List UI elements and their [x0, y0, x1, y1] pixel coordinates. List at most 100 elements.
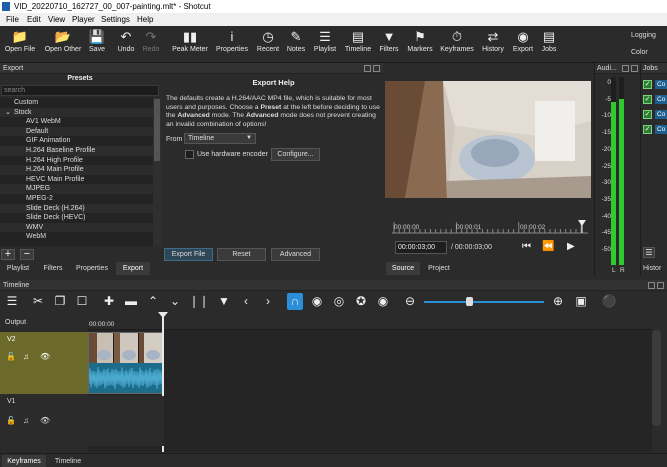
- preset-item[interactable]: H.264 High Profile: [0, 156, 155, 166]
- tab-properties[interactable]: Properties: [72, 262, 112, 275]
- copy-icon[interactable]: ❐: [52, 293, 68, 310]
- undo-button[interactable]: ↶ Undo: [114, 29, 138, 61]
- logging-layout-button[interactable]: Logging: [631, 32, 656, 39]
- tab-playlist[interactable]: Playlist: [2, 262, 34, 275]
- chevron-down-icon[interactable]: ⌄: [5, 108, 11, 118]
- hardware-encoder-checkbox[interactable]: [185, 150, 194, 159]
- eye-icon[interactable]: 👁: [40, 352, 50, 361]
- marker-add-icon[interactable]: ▼: [216, 293, 232, 310]
- history-button[interactable]: ⇄ History: [479, 29, 507, 61]
- close-panel-icon[interactable]: [373, 65, 380, 72]
- prev-marker-icon[interactable]: ‹: [238, 293, 254, 310]
- ripple-icon[interactable]: ◎: [331, 293, 347, 310]
- tab-history[interactable]: Histor: [643, 262, 667, 275]
- preset-item[interactable]: ⌄ Stock: [0, 107, 155, 118]
- close-panel-icon[interactable]: [657, 282, 664, 289]
- play-icon[interactable]: ▶: [567, 241, 575, 252]
- preset-item[interactable]: Slide Deck (HEVC): [0, 213, 155, 223]
- color-layout-button[interactable]: Color: [631, 49, 648, 56]
- timeline-vertical-scrollbar[interactable]: [652, 330, 661, 426]
- configure-button[interactable]: Configure...: [271, 148, 320, 161]
- open-file-button[interactable]: 📁 Open File: [3, 29, 37, 61]
- preset-item[interactable]: WebM: [0, 232, 155, 242]
- menu-player[interactable]: Player: [72, 13, 95, 26]
- ripple-all-icon[interactable]: ✪: [353, 293, 369, 310]
- save-button[interactable]: 💾 Save: [86, 29, 108, 61]
- preset-item[interactable]: GIF Animation: [0, 136, 155, 146]
- properties-button[interactable]: i Properties: [214, 29, 250, 61]
- player-scrub-ruler[interactable]: 00:00:00 00:00:01 00:00:02: [392, 218, 588, 234]
- tab-source[interactable]: Source: [386, 262, 420, 275]
- zoom-slider-handle[interactable]: [466, 297, 473, 306]
- skip-to-start-icon[interactable]: ⏮: [522, 241, 531, 252]
- menu-edit[interactable]: Edit: [27, 13, 41, 26]
- track-header-v2[interactable]: V2 🔓 ♫ 👁: [0, 332, 88, 394]
- preset-item[interactable]: Custom: [0, 98, 155, 108]
- add-preset-button[interactable]: +: [1, 249, 15, 260]
- jobs-button[interactable]: ▤ Jobs: [539, 29, 559, 61]
- keyframes-button[interactable]: ⏱ Keyframes: [439, 29, 475, 61]
- tab-keyframes[interactable]: Keyframes: [2, 455, 46, 467]
- preset-item[interactable]: H.264 Main Profile: [0, 165, 155, 175]
- cut-icon[interactable]: ✂: [30, 293, 46, 310]
- snap-magnet-icon[interactable]: ∩: [287, 293, 303, 310]
- preset-item[interactable]: WMV: [0, 222, 155, 233]
- preset-item[interactable]: Default: [0, 126, 155, 137]
- tab-timeline[interactable]: Timeline: [50, 455, 86, 467]
- preset-item[interactable]: Slide Deck (H.264): [0, 203, 155, 214]
- job-row[interactable]: ✓ Co: [643, 79, 667, 91]
- float-panel-icon[interactable]: [622, 65, 629, 72]
- scrub-icon[interactable]: ◉: [309, 293, 325, 310]
- mute-icon[interactable]: ♫: [23, 416, 29, 425]
- preset-item[interactable]: H.264 Baseline Profile: [0, 145, 155, 156]
- preset-scroll-thumb[interactable]: [154, 99, 160, 161]
- track-header-v1[interactable]: V1 🔓 ♫ 👁: [0, 394, 88, 446]
- preset-item[interactable]: HEVC Main Profile: [0, 175, 155, 185]
- remove-preset-button[interactable]: −: [20, 249, 34, 260]
- playhead-marker[interactable]: [158, 312, 168, 318]
- markers-button[interactable]: ⚑ Markers: [405, 29, 435, 61]
- append-icon[interactable]: ✚: [101, 293, 117, 310]
- menu-file[interactable]: File: [6, 13, 19, 26]
- reset-button[interactable]: Reset: [217, 248, 266, 261]
- lock-icon[interactable]: 🔓: [6, 416, 16, 425]
- float-panel-icon[interactable]: [364, 65, 371, 72]
- preset-item[interactable]: MJPEG: [0, 184, 155, 194]
- timeline-menu-icon[interactable]: ☰: [4, 293, 20, 310]
- tab-export[interactable]: Export: [116, 262, 150, 275]
- advanced-button[interactable]: Advanced: [271, 248, 320, 261]
- tab-project[interactable]: Project: [422, 262, 456, 275]
- recent-button[interactable]: ◷ Recent: [254, 29, 282, 61]
- rewind-icon[interactable]: ⏪: [542, 241, 554, 252]
- remove-icon[interactable]: ▬: [123, 293, 139, 310]
- redo-button[interactable]: ↷ Redo: [140, 29, 162, 61]
- job-row[interactable]: ✓ Co: [643, 94, 667, 106]
- record-audio-icon[interactable]: ⚫: [601, 293, 617, 310]
- menu-settings[interactable]: Settings: [101, 13, 130, 26]
- job-row[interactable]: ✓ Co: [643, 109, 667, 121]
- preset-item[interactable]: AV1 WebM: [0, 117, 155, 127]
- timeline-button[interactable]: ▤ Timeline: [343, 29, 373, 61]
- preset-search-input[interactable]: search: [1, 85, 159, 96]
- mute-icon[interactable]: ♫: [23, 352, 29, 361]
- preset-item[interactable]: MPEG-2: [0, 194, 155, 204]
- from-select[interactable]: Timeline ▼: [184, 133, 256, 144]
- split-icon[interactable]: ❘❘: [189, 293, 209, 310]
- video-preview[interactable]: [385, 81, 591, 198]
- track-lane-v1[interactable]: [88, 396, 164, 446]
- preset-tree[interactable]: Custom ⌄ Stock AV1 WebM Default GIF Animatio…: [0, 98, 155, 246]
- peak-meter-button[interactable]: ▮▮ Peak Meter: [171, 29, 209, 61]
- filters-button[interactable]: ▼ Filters: [377, 29, 401, 61]
- float-panel-icon[interactable]: [648, 282, 655, 289]
- eye-icon[interactable]: 👁: [40, 416, 50, 425]
- export-button[interactable]: ◉ Export: [510, 29, 536, 61]
- close-panel-icon[interactable]: [631, 65, 638, 72]
- next-marker-icon[interactable]: ›: [260, 293, 276, 310]
- menu-view[interactable]: View: [48, 13, 65, 26]
- export-file-button[interactable]: Export File: [164, 248, 213, 261]
- playlist-button[interactable]: ☰ Playlist: [311, 29, 339, 61]
- current-time-field[interactable]: 00:00:03;00: [395, 241, 447, 254]
- timeline-tracks[interactable]: 00:00:00: [88, 312, 652, 452]
- zoom-slider[interactable]: [424, 301, 544, 303]
- jobs-menu-icon[interactable]: ☰: [643, 247, 655, 258]
